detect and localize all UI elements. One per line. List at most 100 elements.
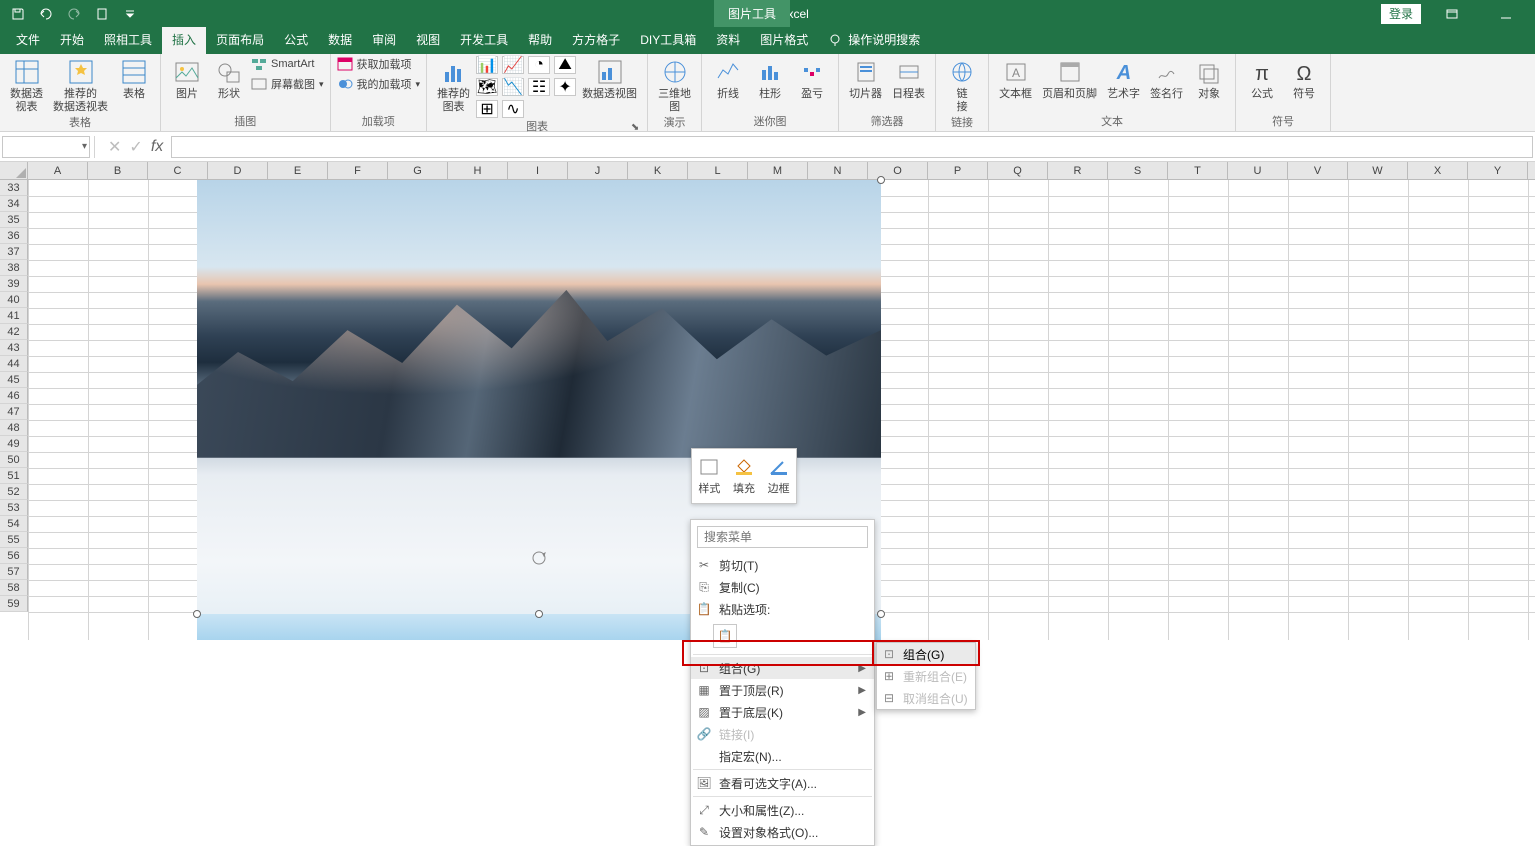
- row-header[interactable]: 44: [0, 356, 28, 372]
- row-header[interactable]: 37: [0, 244, 28, 260]
- screenshot-button[interactable]: 屏幕截图▾: [251, 76, 324, 92]
- col-header[interactable]: K: [628, 162, 688, 179]
- tab-ziliao[interactable]: 资料: [706, 25, 750, 54]
- col-header[interactable]: H: [448, 162, 508, 179]
- col-header[interactable]: E: [268, 162, 328, 179]
- tab-data[interactable]: 数据: [318, 25, 362, 54]
- col-header[interactable]: P: [928, 162, 988, 179]
- row-header[interactable]: 36: [0, 228, 28, 244]
- tab-camera[interactable]: 照相工具: [94, 25, 162, 54]
- wordart-button[interactable]: A艺术字: [1103, 56, 1144, 101]
- textbox-button[interactable]: A文本框: [995, 56, 1036, 101]
- menu-size-props[interactable]: ⤢大小和属性(Z)...: [691, 799, 874, 821]
- column-headers[interactable]: ABCDEFGHIJKLMNOPQRSTUVWXY: [28, 162, 1535, 180]
- recommended-pivot-button[interactable]: 推荐的 数据透视表: [49, 56, 112, 114]
- minimize-icon[interactable]: [1483, 0, 1529, 27]
- name-box[interactable]: ▾: [2, 136, 90, 158]
- col-header[interactable]: J: [568, 162, 628, 179]
- pivot-table-button[interactable]: 数据透 视表: [6, 56, 47, 114]
- sparkline-col-button[interactable]: 柱形: [750, 56, 790, 101]
- col-header[interactable]: Q: [988, 162, 1048, 179]
- smartart-button[interactable]: SmartArt: [251, 56, 324, 72]
- col-header[interactable]: R: [1048, 162, 1108, 179]
- row-header[interactable]: 35: [0, 212, 28, 228]
- cancel-icon[interactable]: ✕: [108, 137, 121, 157]
- login-button[interactable]: 登录: [1381, 4, 1421, 24]
- col-header[interactable]: D: [208, 162, 268, 179]
- pivotchart-button[interactable]: 数据透视图: [578, 56, 641, 101]
- row-header[interactable]: 51: [0, 468, 28, 484]
- row-header[interactable]: 50: [0, 452, 28, 468]
- col-header[interactable]: F: [328, 162, 388, 179]
- tab-layout[interactable]: 页面布局: [206, 25, 274, 54]
- col-header[interactable]: B: [88, 162, 148, 179]
- tab-home[interactable]: 开始: [50, 25, 94, 54]
- row-header[interactable]: 58: [0, 580, 28, 596]
- my-addins-button[interactable]: 我的加载项▾: [337, 76, 421, 92]
- mini-border-button[interactable]: 边框: [761, 449, 796, 503]
- col-header[interactable]: A: [28, 162, 88, 179]
- col-header[interactable]: S: [1108, 162, 1168, 179]
- picture-button[interactable]: 图片: [167, 56, 207, 101]
- menu-format-object[interactable]: ✎设置对象格式(O)...: [691, 821, 874, 843]
- redo-icon[interactable]: [62, 3, 86, 25]
- signature-button[interactable]: 签名行: [1146, 56, 1187, 101]
- tab-formulas[interactable]: 公式: [274, 25, 318, 54]
- symbol-button[interactable]: Ω符号: [1284, 56, 1324, 101]
- mini-style-button[interactable]: 样式: [692, 449, 727, 503]
- col-header[interactable]: L: [688, 162, 748, 179]
- col-header[interactable]: G: [388, 162, 448, 179]
- qat-customize-icon[interactable]: [118, 3, 142, 25]
- tab-picture-format[interactable]: 图片格式: [750, 25, 818, 54]
- row-header[interactable]: 39: [0, 276, 28, 292]
- sparkline-line-button[interactable]: 折线: [708, 56, 748, 101]
- row-header[interactable]: 38: [0, 260, 28, 276]
- get-addins-button[interactable]: 获取加载项: [337, 56, 421, 72]
- select-all-corner[interactable]: [0, 162, 28, 180]
- row-header[interactable]: 34: [0, 196, 28, 212]
- menu-alt-text[interactable]: 🖼查看可选文字(A)...: [691, 772, 874, 794]
- row-header[interactable]: 33: [0, 180, 28, 196]
- mini-fill-button[interactable]: 填充: [727, 449, 762, 503]
- sparkline-winloss-button[interactable]: 盈亏: [792, 56, 832, 101]
- col-header[interactable]: M: [748, 162, 808, 179]
- tell-me-search[interactable]: 操作说明搜索: [818, 25, 930, 54]
- contextual-tab-label[interactable]: 图片工具: [714, 0, 790, 27]
- col-header[interactable]: X: [1408, 162, 1468, 179]
- table-button[interactable]: 表格: [114, 56, 154, 101]
- menu-cut[interactable]: ✂剪切(T): [691, 554, 874, 576]
- row-header[interactable]: 54: [0, 516, 28, 532]
- link-button[interactable]: 链 接: [942, 56, 982, 114]
- object-button[interactable]: 对象: [1189, 56, 1229, 101]
- timeline-button[interactable]: 日程表: [888, 56, 929, 101]
- row-header[interactable]: 56: [0, 548, 28, 564]
- row-header[interactable]: 46: [0, 388, 28, 404]
- row-header[interactable]: 40: [0, 292, 28, 308]
- tab-insert[interactable]: 插入: [162, 25, 206, 54]
- slicer-button[interactable]: 切片器: [845, 56, 886, 101]
- row-header[interactable]: 42: [0, 324, 28, 340]
- 3dmap-button[interactable]: 三维地 图: [654, 56, 695, 114]
- menu-search[interactable]: [697, 526, 868, 548]
- chart-gallery[interactable]: 📊📈◔⛰ 🗺📉☷✦ ⊞∿: [476, 56, 576, 118]
- rotate-handle-icon[interactable]: [531, 550, 547, 566]
- shapes-button[interactable]: 形状: [209, 56, 249, 101]
- row-header[interactable]: 53: [0, 500, 28, 516]
- col-header[interactable]: V: [1288, 162, 1348, 179]
- paste-option-icon[interactable]: 📋: [713, 624, 737, 648]
- tab-file[interactable]: 文件: [6, 25, 50, 54]
- col-header[interactable]: I: [508, 162, 568, 179]
- charts-launcher-icon[interactable]: ⬊: [629, 122, 641, 134]
- tab-view[interactable]: 视图: [406, 25, 450, 54]
- new-file-icon[interactable]: [90, 3, 114, 25]
- tab-developer[interactable]: 开发工具: [450, 25, 518, 54]
- equation-button[interactable]: π公式: [1242, 56, 1282, 101]
- row-header[interactable]: 57: [0, 564, 28, 580]
- formula-input[interactable]: [171, 136, 1533, 158]
- row-header[interactable]: 55: [0, 532, 28, 548]
- menu-copy[interactable]: ⎘复制(C): [691, 576, 874, 598]
- menu-bring-front[interactable]: ▦置于顶层(R)▶: [691, 679, 874, 701]
- row-header[interactable]: 43: [0, 340, 28, 356]
- row-header[interactable]: 59: [0, 596, 28, 612]
- fx-icon[interactable]: fx: [151, 138, 163, 156]
